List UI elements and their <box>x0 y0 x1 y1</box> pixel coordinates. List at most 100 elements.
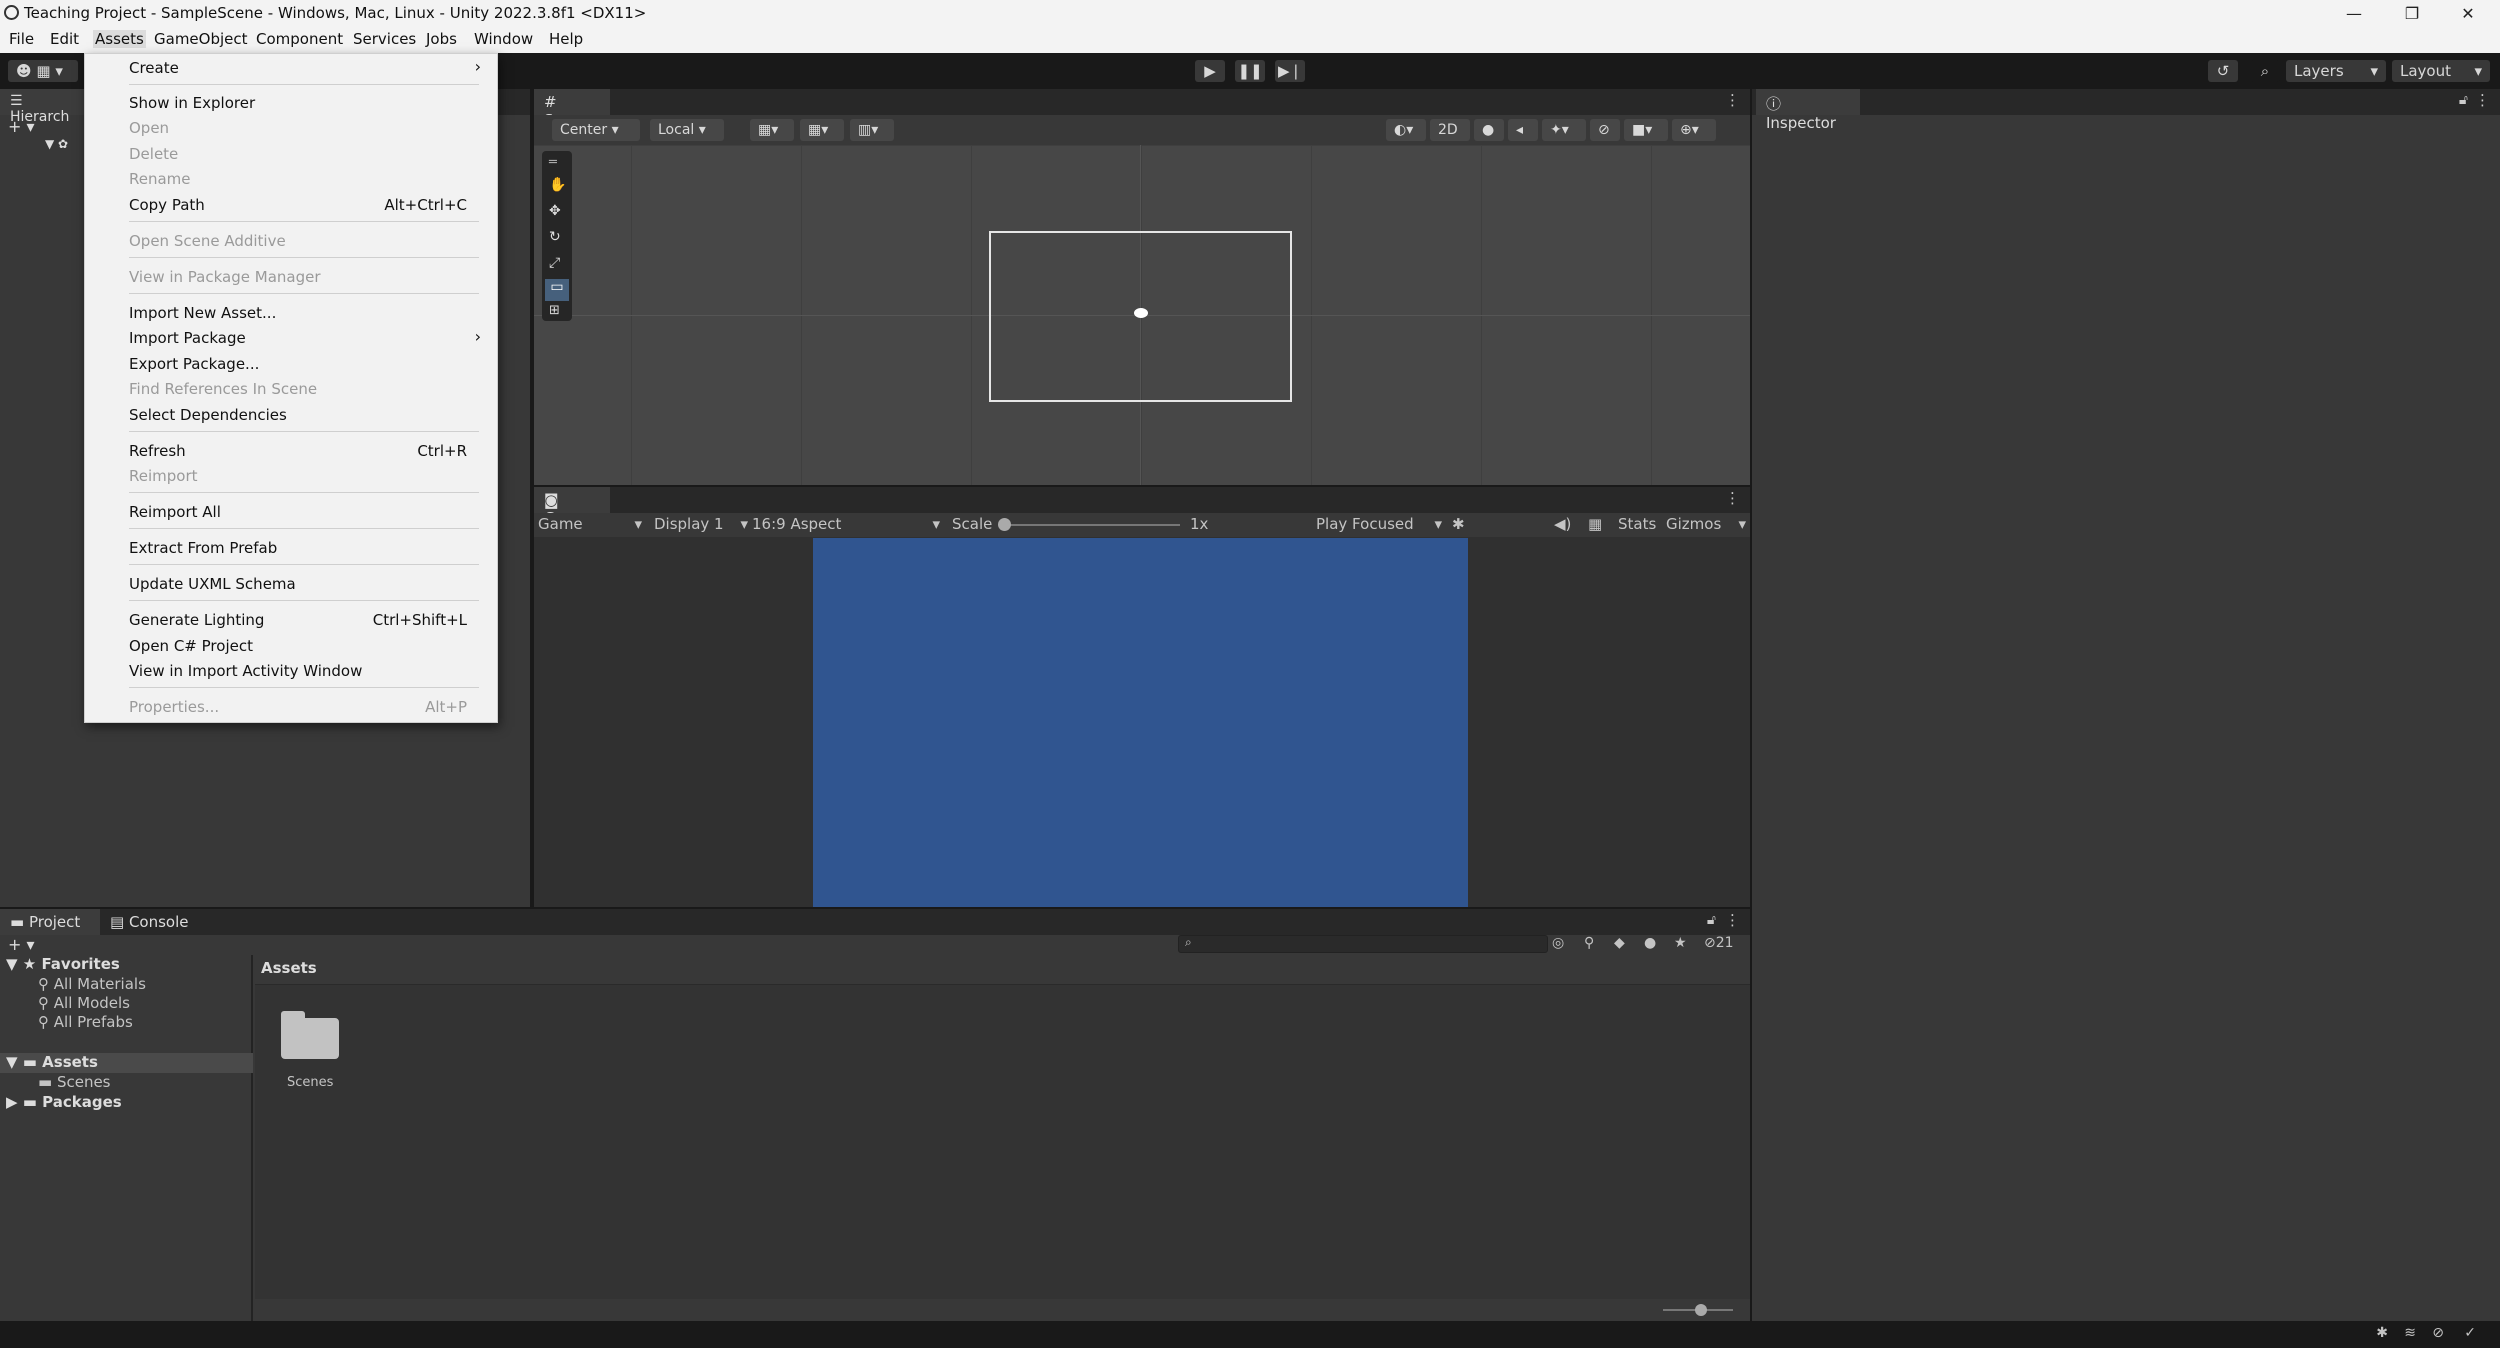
more-options-icon[interactable]: ⋮ <box>1725 489 1740 507</box>
rotate-tool-icon[interactable]: ↻ <box>549 229 561 245</box>
menu-help[interactable]: Help <box>549 30 583 48</box>
zoom-slider-handle[interactable] <box>1695 1304 1707 1316</box>
menu-item-open[interactable]: Open <box>85 116 497 140</box>
assets-node[interactable]: ▼ ▬ Assets <box>0 1053 253 1073</box>
game-view-dropdown[interactable]: Game ▾ <box>538 515 642 533</box>
maximize-button[interactable]: ❐ <box>2384 0 2440 26</box>
hand-tool-icon[interactable]: ✋ <box>549 177 566 193</box>
scenes-node[interactable]: ▬ Scenes <box>38 1073 111 1091</box>
keyboard-icon[interactable]: ▦ <box>1588 515 1602 533</box>
tab-project[interactable]: ▬ Project <box>0 909 100 935</box>
scale-tool-icon[interactable]: ⤢ <box>549 255 560 271</box>
breadcrumb-assets[interactable]: Assets <box>261 959 317 977</box>
hidden-packages-button[interactable]: ⊘21 <box>1704 935 1734 951</box>
menu-component[interactable]: Component <box>256 30 343 48</box>
menu-item-view-import-activity[interactable]: View in Import Activity Window <box>85 659 497 683</box>
create-button[interactable]: + ▾ <box>8 117 35 136</box>
menu-item-open-csharp-project[interactable]: Open C# Project <box>85 634 497 658</box>
gizmos-dropdown[interactable]: Gizmos ▾ <box>1666 515 1746 533</box>
undo-history-button[interactable]: ↺ <box>2208 60 2238 82</box>
favorite-all-materials[interactable]: ⚲ All Materials <box>38 975 146 993</box>
gizmos-toggle-icon[interactable]: ⊕▾ <box>1672 119 1716 141</box>
search-by-label-icon[interactable]: ⚲ <box>1584 935 1594 951</box>
more-options-icon[interactable]: ⋮ <box>1725 91 1740 109</box>
check-icon[interactable]: ✓ <box>2464 1325 2476 1341</box>
display-dropdown[interactable]: Display 1 ▾ <box>654 515 748 533</box>
menu-item-show-in-explorer[interactable]: Show in Explorer <box>85 91 497 115</box>
layers-dropdown[interactable]: Layers ▾ <box>2286 60 2386 82</box>
scene-expand-icon[interactable]: ▼ ✿ <box>45 137 68 151</box>
menu-edit[interactable]: Edit <box>50 30 79 48</box>
menu-item-reimport-all[interactable]: Reimport All <box>85 500 497 524</box>
aspect-dropdown[interactable]: 16:9 Aspect ▾ <box>752 515 940 533</box>
menu-gameobject[interactable]: GameObject <box>154 30 248 48</box>
menu-jobs[interactable]: Jobs <box>426 30 457 48</box>
scale-slider[interactable] <box>1004 524 1180 526</box>
menu-item-select-dependencies[interactable]: Select Dependencies <box>85 403 497 427</box>
menu-item-find-references[interactable]: Find References In Scene <box>85 377 497 401</box>
menu-services[interactable]: Services <box>353 30 416 48</box>
bug-icon[interactable]: ✱ <box>1452 515 1465 533</box>
more-options-icon[interactable]: ⋮ <box>2475 91 2490 109</box>
packages-node[interactable]: ▶ ▬ Packages <box>6 1093 122 1111</box>
menu-item-rename[interactable]: Rename <box>85 167 497 191</box>
play-mode-dropdown[interactable]: Play Focused ▾ <box>1316 515 1442 533</box>
game-render-view[interactable] <box>813 538 1468 907</box>
debug-icon[interactable]: ✱ <box>2376 1325 2388 1341</box>
menu-file[interactable]: File <box>9 30 34 48</box>
menu-item-reimport[interactable]: Reimport <box>85 464 497 488</box>
menu-assets[interactable]: Assets <box>93 30 146 48</box>
tab-scene[interactable]: # Scene <box>534 89 610 129</box>
favorite-all-models[interactable]: ⚲ All Models <box>38 994 130 1012</box>
menu-item-refresh[interactable]: Refresh Ctrl+R <box>85 439 497 463</box>
menu-item-properties[interactable]: Properties... Alt+P <box>85 695 497 719</box>
favorites-node[interactable]: ▼ ★ Favorites <box>6 955 120 973</box>
stats-button[interactable]: Stats <box>1618 515 1656 533</box>
audio-toggle-icon[interactable]: ◂ <box>1508 119 1538 141</box>
tab-game[interactable]: ◙ Game <box>534 487 610 527</box>
menu-item-import-new-asset[interactable]: Import New Asset... <box>85 301 497 325</box>
scenes-folder-icon[interactable] <box>281 1011 339 1059</box>
camera-settings-icon[interactable]: ■▾ <box>1624 119 1668 141</box>
toggle-2d-button[interactable]: 2D <box>1430 119 1470 141</box>
search-input[interactable]: ⌕ <box>1178 935 1548 953</box>
menu-window[interactable]: Window <box>474 30 533 48</box>
rect-tool-icon[interactable]: ▭ <box>545 279 569 301</box>
layout-dropdown[interactable]: Layout ▾ <box>2392 60 2490 82</box>
cache-icon[interactable]: ⊘ <box>2432 1325 2444 1341</box>
pause-button[interactable]: ❚❚ <box>1235 60 1265 82</box>
more-options-icon[interactable]: ⋮ <box>1725 911 1740 929</box>
favorite-star-icon[interactable]: ★ <box>1674 935 1687 951</box>
menu-item-create[interactable]: Create › <box>85 56 497 80</box>
menu-item-copy-path[interactable]: Copy Path Alt+Ctrl+C <box>85 193 497 217</box>
transform-tool-icon[interactable]: ⊞ <box>549 303 560 318</box>
camera-gizmo-icon[interactable] <box>1134 308 1148 318</box>
menu-item-extract-from-prefab[interactable]: Extract From Prefab <box>85 536 497 560</box>
grid-snap-button[interactable]: ▦▾ <box>750 119 794 141</box>
step-button[interactable]: ▶❘ <box>1275 60 1305 82</box>
account-button[interactable]: ☻ ▦ ▾ <box>8 60 78 82</box>
tab-console[interactable]: ▤ Console <box>100 909 200 935</box>
menu-item-delete[interactable]: Delete <box>85 142 497 166</box>
search-button[interactable]: ⌕ <box>2250 60 2280 82</box>
hidden-objects-icon[interactable]: ⊘ <box>1590 119 1620 141</box>
favorite-all-prefabs[interactable]: ⚲ All Prefabs <box>38 1013 133 1031</box>
minimize-button[interactable]: — <box>2326 0 2382 26</box>
lighting-toggle-icon[interactable]: ● <box>1474 119 1504 141</box>
tag-icon[interactable]: ◆ <box>1614 935 1625 951</box>
drag-handle-icon[interactable]: ═ <box>549 155 557 170</box>
effects-toggle-icon[interactable]: ✦▾ <box>1542 119 1586 141</box>
menu-item-generate-lighting[interactable]: Generate Lighting Ctrl+Shift+L <box>85 608 497 632</box>
tab-hierarchy[interactable]: ☰ Hierarch <box>0 89 84 125</box>
tab-inspector[interactable]: ⓘ Inspector <box>1756 89 1860 132</box>
menu-item-open-scene-additive[interactable]: Open Scene Additive <box>85 229 497 253</box>
align-button[interactable]: ▥▾ <box>850 119 894 141</box>
create-button[interactable]: + ▾ <box>8 935 35 954</box>
scale-slider-handle[interactable] <box>998 518 1011 531</box>
snap-increment-button[interactable]: ▦▾ <box>800 119 844 141</box>
lock-icon[interactable]: 🔓︎ <box>1707 912 1716 928</box>
info-icon[interactable]: ● <box>1644 935 1656 951</box>
pivot-dropdown[interactable]: Center ▾ <box>552 119 640 141</box>
speaker-icon[interactable]: ◀) <box>1554 515 1571 533</box>
draw-mode-button[interactable]: ◐▾ <box>1386 119 1426 141</box>
